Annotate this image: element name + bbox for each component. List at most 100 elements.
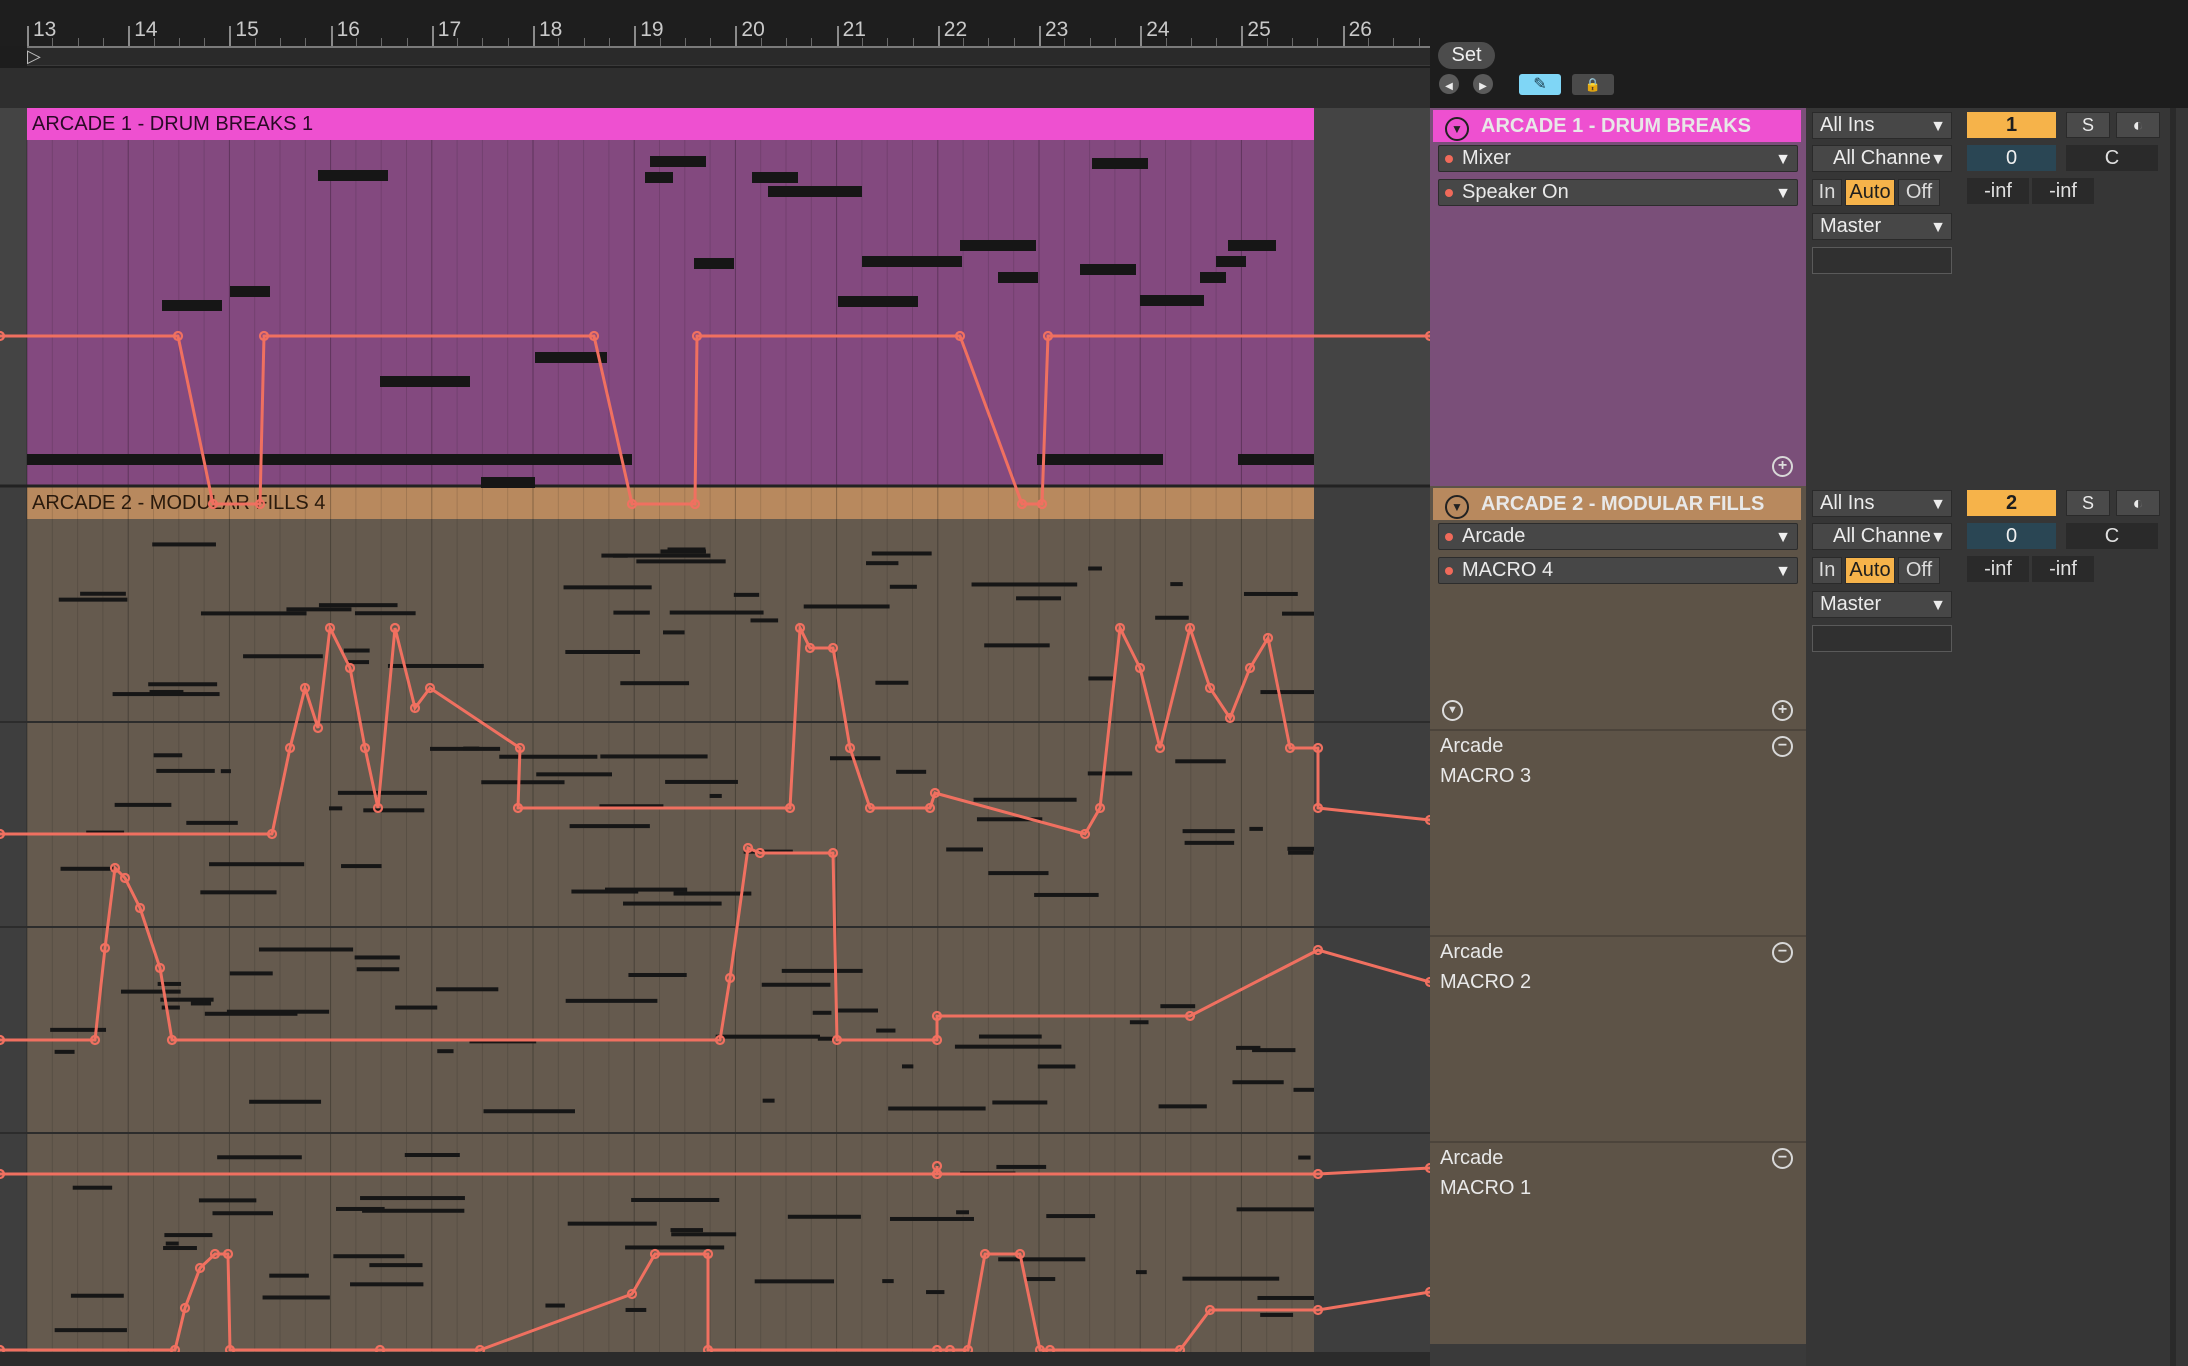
monitor-auto-button[interactable]: Auto: [1845, 557, 1895, 584]
midi-note: [120, 989, 181, 994]
lock-envelopes-button[interactable]: 🔒: [1572, 74, 1614, 95]
beat-tick: [1064, 38, 1066, 46]
remove-automation-lane-button[interactable]: −: [1772, 942, 1793, 963]
midi-note: [54, 1328, 127, 1333]
beat-tick: [52, 38, 54, 46]
panel-scrollbar[interactable]: [2170, 486, 2176, 1366]
horizontal-scrollbar[interactable]: [0, 1352, 1430, 1366]
automation-device-chooser[interactable]: Arcade ▼: [1438, 523, 1798, 550]
midi-note: [1046, 1214, 1096, 1219]
beat-tick: [963, 38, 965, 46]
midi-note: [1260, 690, 1314, 695]
track-1-header-panel[interactable]: ▼ ARCADE 1 - DRUM BREAKS Mixer ▼ Speaker…: [1430, 108, 1806, 486]
pan-field[interactable]: C: [2066, 145, 2158, 171]
midi-note: [671, 1232, 737, 1237]
automation-parameter-chooser[interactable]: Speaker On ▼: [1438, 179, 1798, 206]
monitor-off-button[interactable]: Off: [1898, 179, 1940, 206]
loop-brace-bar[interactable]: [27, 46, 1430, 66]
input-channel-chooser[interactable]: All Channels ▼: [1812, 523, 1952, 550]
triangle-down-icon: ▼: [1775, 185, 1791, 202]
arm-button[interactable]: ◐: [2116, 490, 2160, 516]
scrub-area[interactable]: [0, 68, 1430, 108]
set-locator-button[interactable]: Set: [1438, 42, 1495, 69]
draw-mode-button[interactable]: ✎: [1519, 74, 1561, 95]
beat-tick: [887, 38, 889, 46]
midi-note: [148, 682, 218, 687]
track-activator-button[interactable]: 1: [1967, 112, 2056, 138]
midi-note: [1016, 596, 1062, 601]
input-type-chooser[interactable]: All Ins ▼: [1812, 112, 1952, 139]
midi-note: [998, 1257, 1086, 1262]
output-chooser[interactable]: Master ▼: [1812, 213, 1952, 240]
input-channel-value: All Channels: [1833, 147, 1946, 169]
beat-tick: [1393, 38, 1395, 46]
midi-note: [1243, 591, 1298, 596]
monitor-in-button[interactable]: In: [1812, 557, 1842, 584]
volume-field[interactable]: 0: [1967, 523, 2056, 549]
solo-button[interactable]: S: [2066, 112, 2110, 138]
automation-led-icon: [1445, 189, 1453, 197]
automation-device-chooser[interactable]: Mixer ▼: [1438, 145, 1798, 172]
fold-track-button[interactable]: ▼: [1445, 117, 1469, 141]
output-chooser[interactable]: Master ▼: [1812, 591, 1952, 618]
panel-scrollbar[interactable]: [2170, 108, 2176, 486]
midi-note: [946, 847, 983, 852]
midi-note: [536, 772, 612, 777]
beat-tick: [760, 38, 762, 46]
beat-tick: [684, 38, 686, 46]
output-channel-field[interactable]: [1812, 625, 1952, 652]
fold-track-button[interactable]: ▼: [1445, 495, 1469, 519]
beat-tick: [988, 38, 990, 46]
show-automation-lanes-button[interactable]: ▼: [1442, 700, 1463, 721]
midi-note: [1129, 1020, 1149, 1025]
monitor-in-button[interactable]: In: [1812, 179, 1842, 206]
output-value: Master: [1820, 593, 1882, 615]
midi-note: [165, 1241, 179, 1246]
track-2-header-panel[interactable]: ▼ ARCADE 2 - MODULAR FILLS Arcade ▼ MACR…: [1430, 486, 1806, 1366]
automation-envelope-macro-3: [0, 845, 1430, 1042]
previous-locator-button[interactable]: ◀: [1439, 74, 1459, 94]
midi-note: [613, 610, 650, 615]
input-channel-chooser[interactable]: All Channels ▼: [1812, 145, 1952, 172]
volume-field[interactable]: 0: [1967, 145, 2056, 171]
clip-content-canvas[interactable]: [0, 108, 1430, 1366]
midi-note: [1037, 454, 1163, 465]
monitor-auto-button[interactable]: Auto: [1845, 179, 1895, 206]
next-locator-button[interactable]: ▶: [1473, 74, 1493, 94]
midi-note: [230, 286, 270, 297]
loop-start-marker[interactable]: ▷: [27, 47, 41, 65]
automation-parameter-chooser[interactable]: MACRO 4 ▼: [1438, 557, 1798, 584]
remove-automation-lane-button[interactable]: −: [1772, 1148, 1793, 1169]
add-automation-lane-button[interactable]: +: [1772, 456, 1793, 477]
midi-note: [768, 186, 862, 197]
timeline-ruler[interactable]: 13 14 15 16 17 18 19 20 21 22 23 24 25 26: [0, 0, 1430, 46]
midi-note: [1232, 1080, 1284, 1085]
midi-note: [226, 1009, 330, 1014]
arm-button[interactable]: ◐: [2116, 112, 2160, 138]
track-1-title[interactable]: ▼ ARCADE 1 - DRUM BREAKS: [1433, 110, 1801, 142]
beat-tick: [355, 38, 357, 46]
peak-meter-left: -inf: [1967, 178, 2029, 204]
track-2-title[interactable]: ▼ ARCADE 2 - MODULAR FILLS: [1433, 488, 1801, 520]
midi-note: [1037, 1064, 1076, 1069]
solo-button[interactable]: S: [2066, 490, 2110, 516]
midi-note: [269, 1273, 309, 1278]
output-channel-field[interactable]: [1812, 247, 1952, 274]
midi-note: [1135, 1270, 1147, 1275]
midi-note: [1282, 611, 1314, 616]
midi-note: [978, 1034, 1042, 1039]
midi-note: [318, 603, 398, 608]
arrangement-view[interactable]: ARCADE 1 - DRUM BREAKS 1 ARCADE 2 - MODU…: [0, 108, 1430, 1366]
remove-automation-lane-button[interactable]: −: [1772, 736, 1793, 757]
monitor-off-button[interactable]: Off: [1898, 557, 1940, 584]
input-type-chooser[interactable]: All Ins ▼: [1812, 490, 1952, 517]
bar-tick: [1342, 26, 1345, 46]
pan-field[interactable]: C: [2066, 523, 2158, 549]
midi-note: [1158, 1104, 1207, 1109]
beat-tick: [608, 38, 610, 46]
chooser-value: MACRO 4: [1462, 559, 1554, 581]
chooser-value: Speaker On: [1462, 181, 1569, 203]
midi-note: [481, 477, 535, 488]
add-automation-lane-button[interactable]: +: [1772, 700, 1793, 721]
track-activator-button[interactable]: 2: [1967, 490, 2056, 516]
